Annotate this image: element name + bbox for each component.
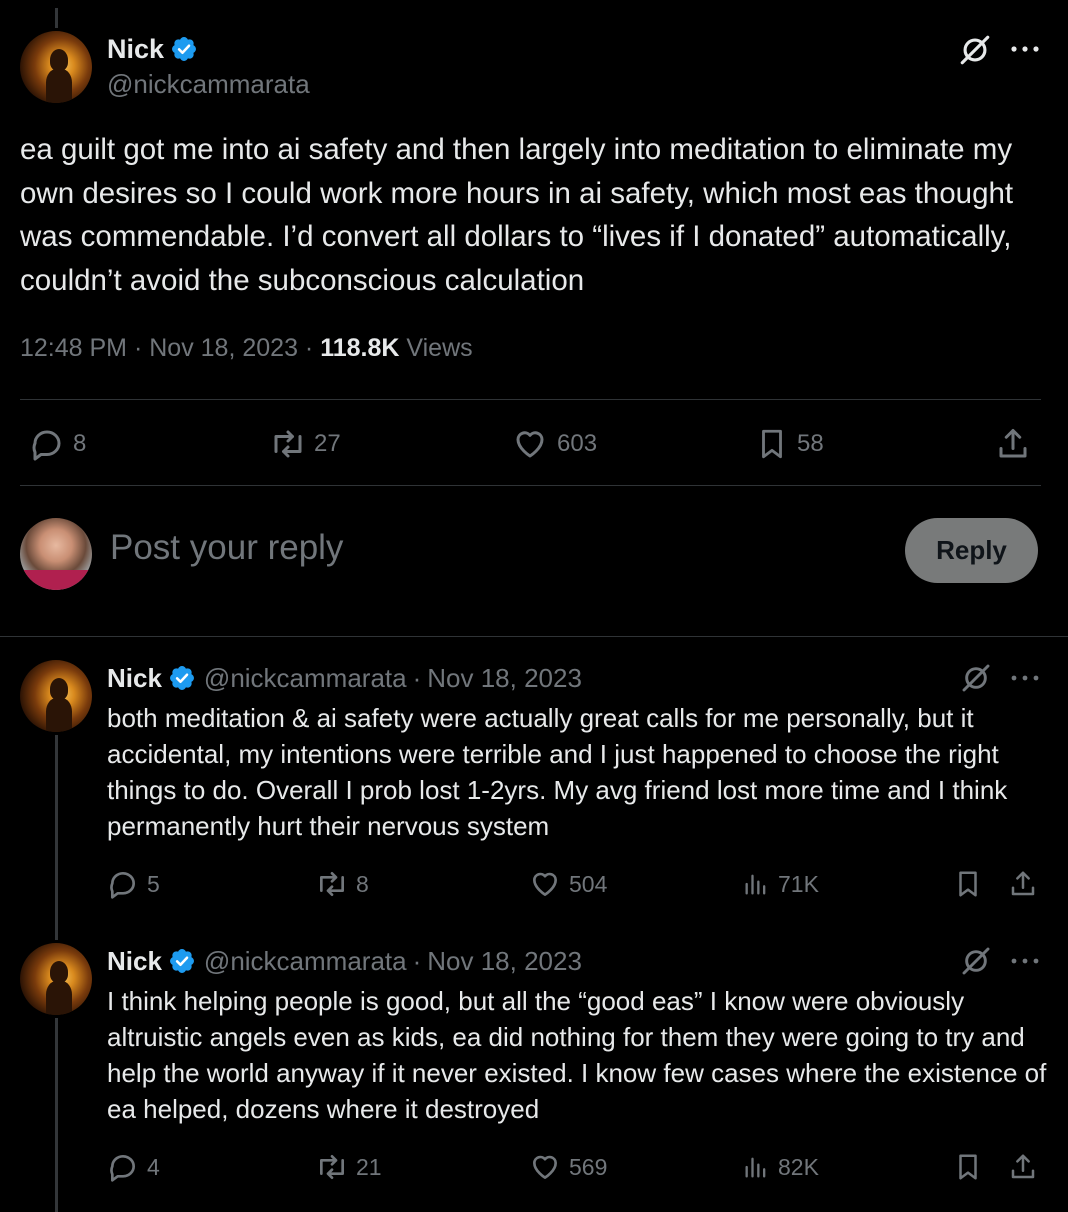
reply-button[interactable]: 8 bbox=[29, 424, 86, 464]
avatar[interactable] bbox=[20, 660, 92, 732]
thread-line-reply-1 bbox=[55, 735, 58, 940]
author-handle[interactable]: @nickcammarata bbox=[204, 946, 407, 977]
views-count: 82K bbox=[778, 1153, 819, 1180]
bookmark-count: 58 bbox=[797, 430, 824, 457]
grok-icon[interactable] bbox=[958, 33, 992, 67]
thread-line-reply-2 bbox=[55, 1018, 58, 1212]
reply-button[interactable]: 4 bbox=[107, 1149, 160, 1185]
author-name-row: Nick bbox=[107, 32, 198, 66]
reply-date[interactable]: Nov 18, 2023 bbox=[427, 946, 582, 977]
views-count: 71K bbox=[778, 870, 819, 897]
meta-separator: · bbox=[412, 945, 422, 976]
reply-input[interactable]: Post your reply bbox=[110, 528, 343, 568]
reply-count: 5 bbox=[147, 870, 160, 897]
heart-icon bbox=[533, 1155, 557, 1179]
share-button[interactable] bbox=[1008, 1149, 1038, 1185]
grok-icon[interactable] bbox=[960, 662, 992, 694]
current-user-avatar[interactable] bbox=[20, 518, 92, 590]
repost-button[interactable]: 27 bbox=[268, 424, 341, 464]
views-count: 118.8K bbox=[320, 334, 400, 362]
reply-icon bbox=[110, 872, 135, 899]
bookmark-icon bbox=[959, 871, 977, 897]
repost-count: 8 bbox=[356, 870, 369, 897]
author-name[interactable]: Nick bbox=[107, 946, 162, 977]
reply-submit-button[interactable]: Reply bbox=[905, 518, 1038, 583]
share-icon bbox=[1011, 871, 1035, 896]
share-icon bbox=[1011, 1154, 1035, 1179]
heart-icon bbox=[516, 431, 544, 458]
reply-header: Nick @nickcammarata · Nov 18, 2023 bbox=[107, 661, 582, 695]
analytics-icon bbox=[745, 1157, 766, 1178]
section-divider bbox=[0, 636, 1068, 637]
reply-count: 8 bbox=[73, 430, 87, 457]
reply-button[interactable]: 5 bbox=[107, 866, 160, 902]
more-options-icon[interactable] bbox=[1011, 956, 1039, 966]
reply-count: 4 bbox=[147, 1153, 160, 1180]
reply-date[interactable]: Nov 18, 2023 bbox=[427, 663, 582, 694]
author-handle[interactable]: @nickcammarata bbox=[107, 69, 310, 100]
reply-text: I think helping people is good, but all … bbox=[107, 986, 1047, 1124]
verified-badge-icon bbox=[172, 37, 197, 61]
repost-icon bbox=[274, 430, 302, 458]
heart-icon bbox=[533, 872, 557, 896]
tweet-meta: 12:48 PM · Nov 18, 2023 · 118.8K Views bbox=[20, 334, 473, 363]
like-count: 569 bbox=[569, 1153, 608, 1180]
like-button[interactable]: 603 bbox=[511, 424, 597, 464]
repost-count: 21 bbox=[356, 1153, 382, 1180]
verified-badge-icon bbox=[169, 949, 194, 973]
bookmark-icon bbox=[762, 429, 782, 459]
divider bbox=[20, 399, 1041, 400]
author-handle[interactable]: @nickcammarata bbox=[204, 663, 407, 694]
like-count: 603 bbox=[557, 430, 598, 457]
views-button[interactable]: 71K bbox=[742, 866, 819, 902]
like-button[interactable]: 504 bbox=[529, 866, 607, 902]
divider bbox=[20, 485, 1041, 486]
reply-header: Nick @nickcammarata · Nov 18, 2023 bbox=[107, 944, 582, 978]
more-options-icon[interactable] bbox=[1011, 673, 1039, 683]
analytics-icon bbox=[745, 874, 766, 895]
more-options-icon[interactable] bbox=[1010, 44, 1040, 54]
reply-icon bbox=[32, 430, 61, 461]
repost-count: 27 bbox=[314, 430, 341, 457]
share-button[interactable] bbox=[995, 424, 1031, 464]
grok-icon[interactable] bbox=[960, 945, 992, 977]
views-label: Views bbox=[406, 334, 473, 362]
avatar[interactable] bbox=[20, 943, 92, 1015]
meta-separator: · bbox=[304, 334, 314, 362]
tweet-time[interactable]: 12:48 PM bbox=[20, 334, 127, 362]
repost-icon bbox=[320, 872, 344, 896]
author-name[interactable]: Nick bbox=[107, 663, 162, 694]
bookmark-button[interactable] bbox=[953, 1149, 983, 1185]
thread-line-top bbox=[55, 8, 58, 28]
like-count: 504 bbox=[569, 870, 608, 897]
tweet-date[interactable]: Nov 18, 2023 bbox=[149, 334, 298, 362]
bookmark-icon bbox=[959, 1154, 977, 1180]
meta-separator: · bbox=[133, 334, 143, 362]
reply-icon bbox=[110, 1155, 135, 1182]
views-button[interactable]: 82K bbox=[742, 1149, 819, 1185]
meta-separator: · bbox=[412, 662, 422, 693]
bookmark-button[interactable] bbox=[953, 866, 983, 902]
like-button[interactable]: 569 bbox=[529, 1149, 607, 1185]
bookmark-button[interactable]: 58 bbox=[755, 424, 824, 464]
avatar[interactable] bbox=[20, 31, 92, 103]
repost-button[interactable]: 8 bbox=[314, 866, 369, 902]
author-name[interactable]: Nick bbox=[107, 34, 164, 65]
repost-button[interactable]: 21 bbox=[314, 1149, 382, 1185]
reply-text: both meditation & ai safety were actuall… bbox=[107, 703, 1008, 841]
tweet-text: ea guilt got me into ai safety and then … bbox=[20, 133, 1014, 297]
share-icon bbox=[999, 429, 1027, 458]
share-button[interactable] bbox=[1008, 866, 1038, 902]
verified-badge-icon bbox=[169, 666, 194, 690]
repost-icon bbox=[320, 1155, 344, 1179]
